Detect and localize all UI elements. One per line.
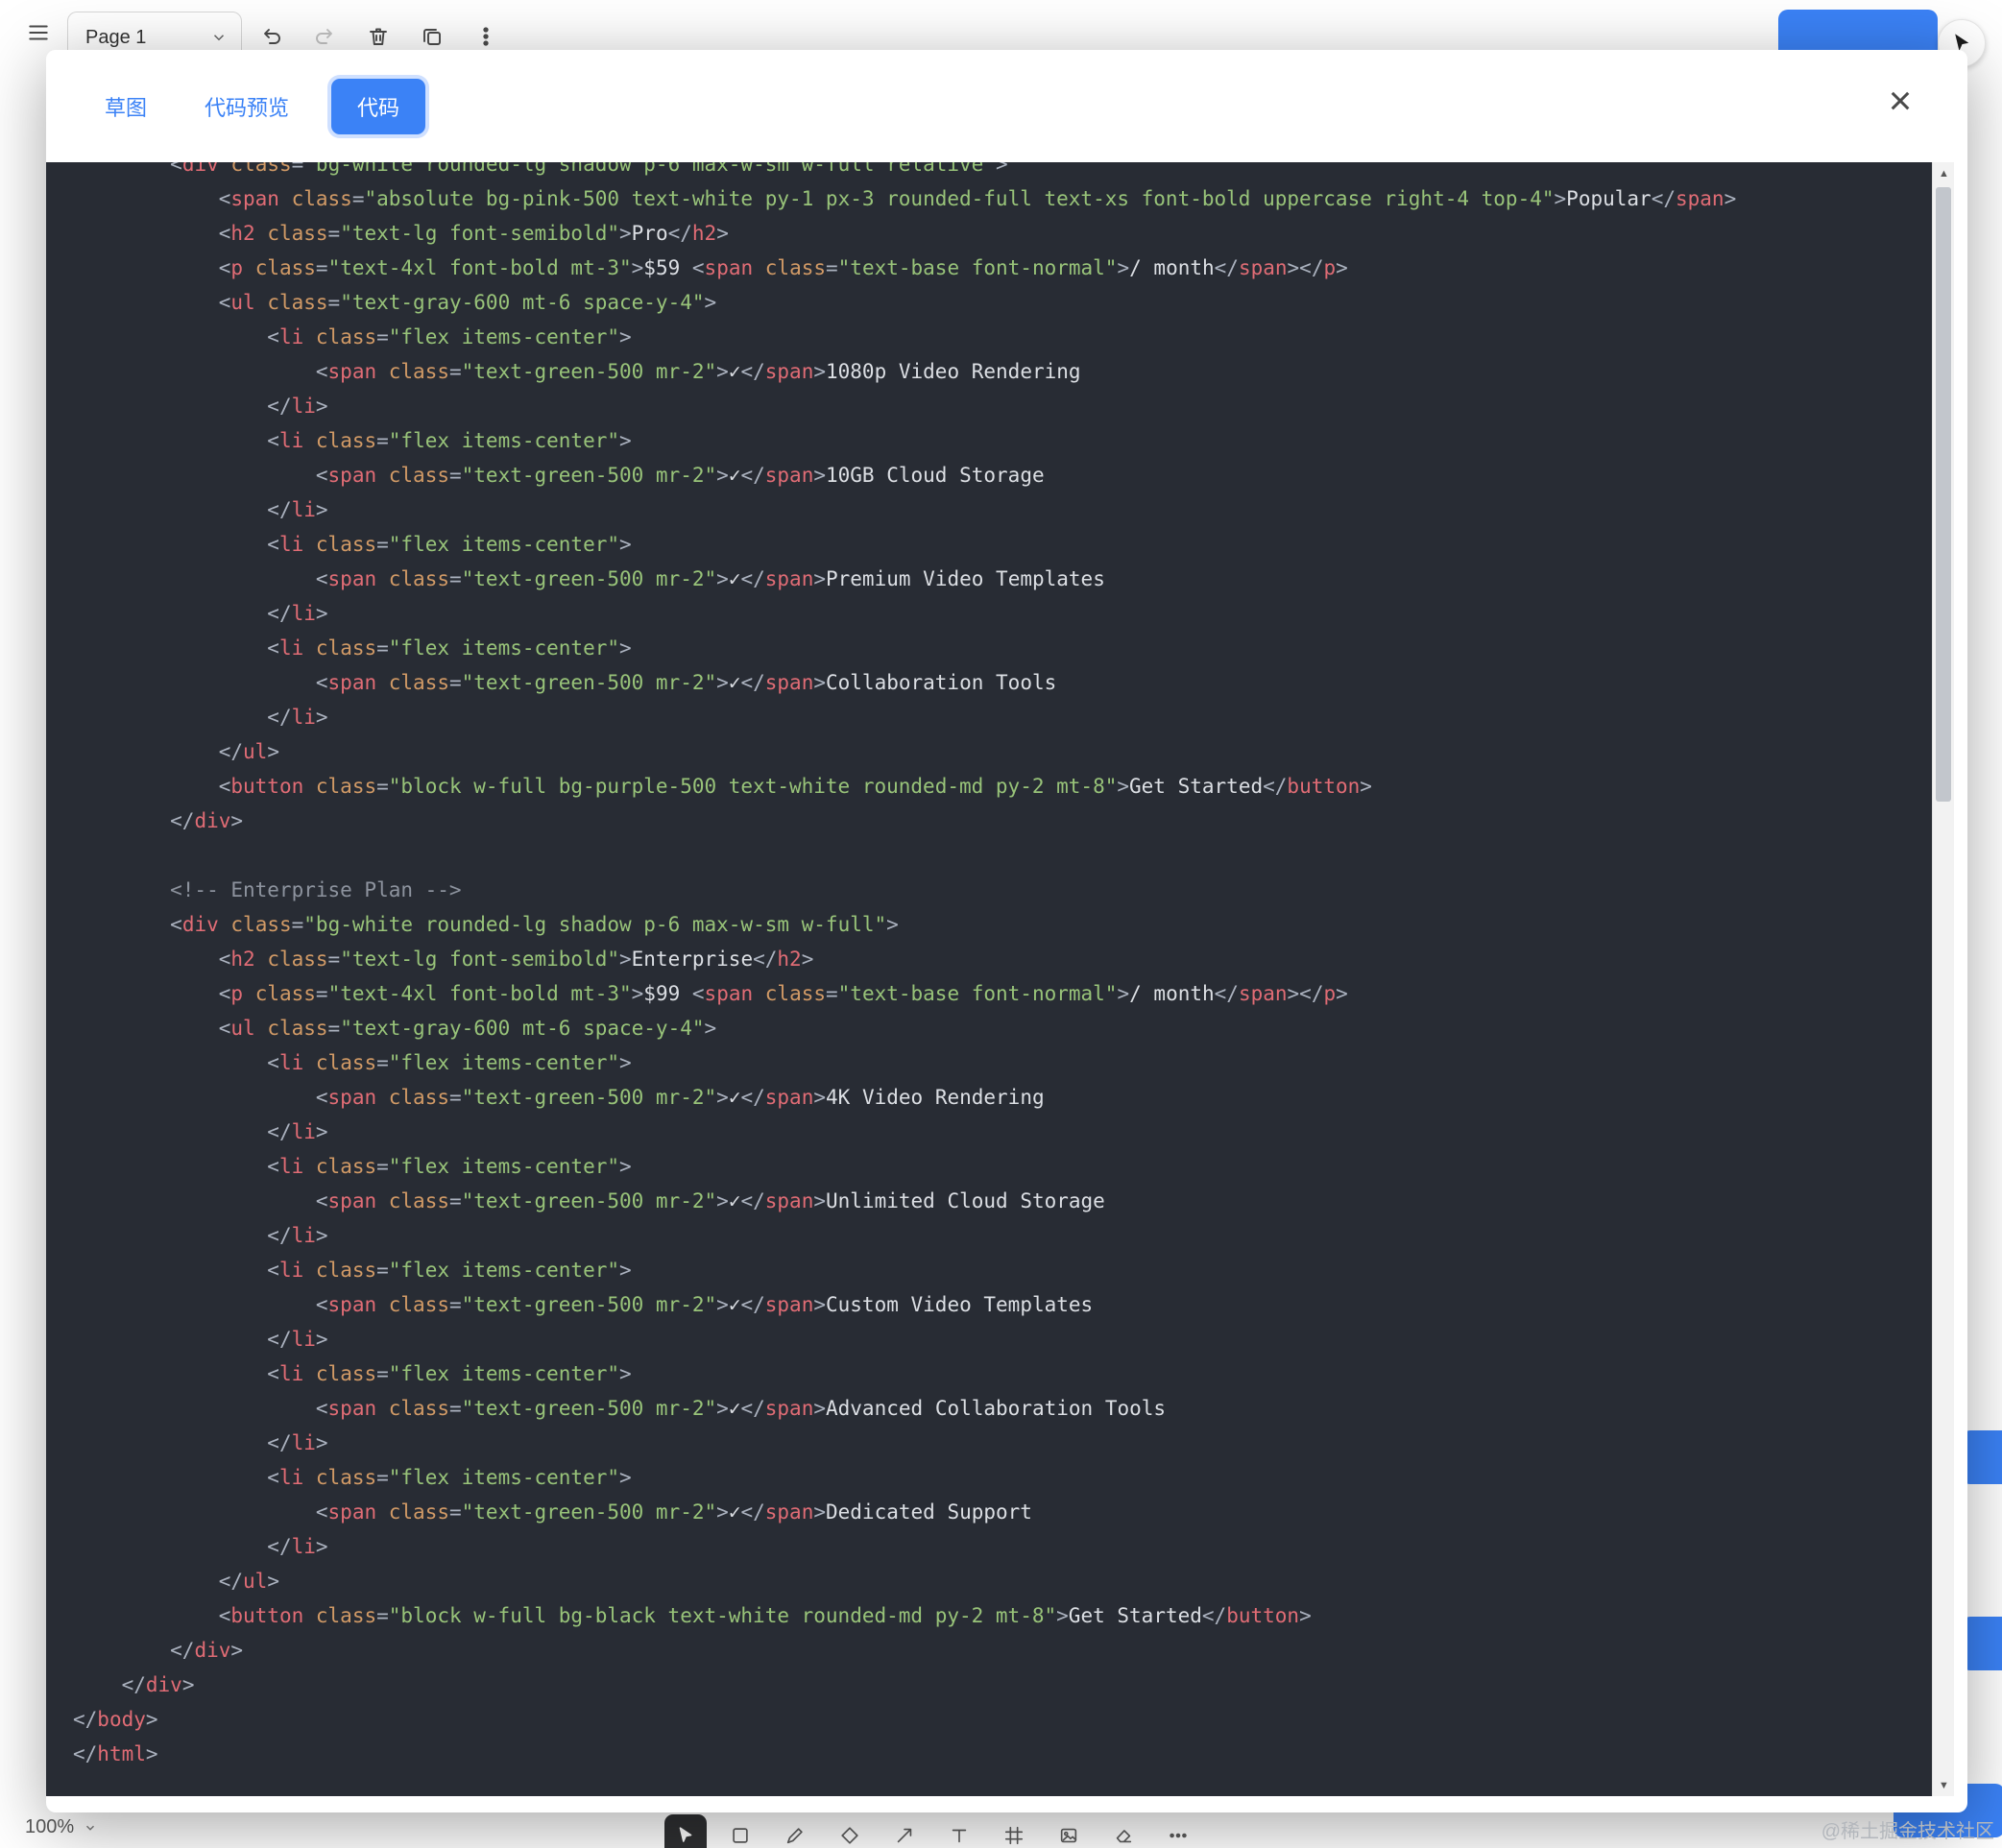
code-line: <span class="text-green-500 mr-2">✓</spa… [315,1189,1105,1212]
code-line: <h2 class="text-lg font-semibold">Pro</h… [218,222,729,245]
text-icon [952,1829,967,1843]
chevron-down-icon [86,1825,95,1831]
code-line: <span class="text-green-500 mr-2">✓</spa… [315,671,1057,694]
code-line: <p class="text-4xl font-bold mt-3">$99 <… [218,982,1348,1005]
diamond-icon [841,1827,858,1844]
page-select-label: Page 1 [85,26,147,48]
eraser-icon [1116,1830,1132,1843]
redo-icon [316,29,332,44]
rectangle-tool-button[interactable] [719,1814,761,1848]
code-line: </li> [267,1535,328,1558]
eraser-tool-button[interactable] [1102,1814,1145,1848]
redo-button[interactable] [310,23,337,50]
more-tools-button[interactable] [1157,1814,1199,1848]
frame-tool-button[interactable] [993,1814,1035,1848]
select-tool-button[interactable] [664,1814,707,1848]
app-stage: Page 1 100% @稀土掘金技术社区 草图 代码预览 代码 × <div … [0,0,2002,1848]
code-line: <span class="text-green-500 mr-2">✓</spa… [315,360,1081,383]
code-line: <h2 class="text-lg font-semibold">Enterp… [218,948,814,971]
code-line: </li> [267,602,328,625]
hamburger-icon [29,25,48,40]
arrow-tool-button[interactable] [883,1814,926,1848]
code-line: </div> [170,809,244,832]
code-line: <li class="flex items-center"> [267,1051,632,1074]
code-line: </li> [267,395,328,418]
code-line: </li> [267,1120,328,1143]
tab-sketch[interactable]: 草图 [89,80,162,133]
code-line: <li class="flex items-center"> [267,325,632,348]
vertical-scrollbar[interactable]: ▲ ▼ [1932,162,1954,1796]
code-line: </li> [267,1328,328,1351]
code-line: <ul class="text-gray-600 mt-6 space-y-4"… [218,1017,717,1040]
code-line: <li class="flex items-center"> [267,636,632,660]
code-line: <li class="flex items-center"> [267,1362,632,1385]
code-line: <div class="bg-white rounded-lg shadow p… [170,913,899,936]
image-tool-button[interactable] [1048,1814,1090,1848]
code-line: <span class="text-green-500 mr-2">✓</spa… [315,464,1045,487]
code-line: <li class="flex items-center"> [267,1466,632,1489]
code-line: <span class="text-green-500 mr-2">✓</spa… [315,1397,1167,1420]
code-line: </li> [267,706,328,729]
copy-icon [423,29,441,45]
code-line: <li class="flex items-center"> [267,533,632,556]
duplicate-button[interactable] [419,23,446,50]
tab-code[interactable]: 代码 [331,78,426,134]
watermark-text: @稀土掘金技术社区 [1821,1821,1994,1842]
code-line: <span class="text-green-500 mr-2">✓</spa… [315,567,1105,590]
code-line: </div> [170,1639,244,1662]
code-line: <span class="text-green-500 mr-2">✓</spa… [315,1293,1094,1316]
code-line: <button class="block w-full bg-purple-50… [218,775,1372,798]
code-line: <ul class="text-gray-600 mt-6 space-y-4"… [218,291,717,314]
tab-code-preview[interactable]: 代码预览 [189,80,304,133]
scroll-up-button[interactable]: ▲ [1933,162,1954,184]
rectangle-icon [733,1828,748,1843]
ellipsis-icon [1170,1833,1187,1838]
code-line: <li class="flex items-center"> [267,1259,632,1282]
kebab-menu-icon [483,27,489,46]
close-icon[interactable]: × [1881,79,1919,123]
more-options-button[interactable] [472,23,499,50]
code-line: </ul> [218,1570,279,1593]
code-line: <!-- Enterprise Plan --> [73,878,462,901]
code-line: <span class="absolute bg-pink-500 text-w… [218,187,1737,210]
scroll-down-button[interactable]: ▼ [1933,1774,1954,1796]
code-line: </ul> [218,740,279,763]
code-line: <button class="block w-full bg-black tex… [218,1604,1312,1627]
code-line: <p class="text-4xl font-bold mt-3">$59 <… [218,256,1348,279]
zoom-control[interactable]: 100% [25,1816,97,1838]
text-tool-button[interactable] [938,1814,980,1848]
code-line: <li class="flex items-center"> [267,429,632,452]
trash-icon [370,28,387,45]
code-line: </li> [267,1431,328,1454]
undo-icon [264,29,280,44]
scrollbar-thumb[interactable] [1936,187,1951,802]
code-content: <div class="bg-white rounded-lg shadow p… [46,162,1736,1771]
image-icon [1060,1828,1077,1843]
code-line: </body> [73,1708,158,1731]
code-editor[interactable]: <div class="bg-white rounded-lg shadow p… [46,162,1954,1796]
diamond-tool-button[interactable] [829,1814,871,1848]
chevron-down-icon [213,35,225,41]
arrow-icon [897,1828,912,1843]
zoom-level-label: 100% [25,1816,75,1837]
code-line: <span class="text-green-500 mr-2">✓</spa… [315,1086,1045,1109]
canvas-toolbar [664,1814,1199,1848]
modal-tab-bar: 草图 代码预览 代码 [46,50,1967,162]
code-line: <span class="text-green-500 mr-2">✓</spa… [315,1500,1032,1524]
code-line: </li> [267,1224,328,1247]
menu-button[interactable] [25,19,52,46]
code-line: </li> [267,498,328,521]
code-line: <li class="flex items-center"> [267,1155,632,1178]
frame-icon [1004,1826,1024,1845]
pencil-tool-button[interactable] [774,1814,816,1848]
code-modal: 草图 代码预览 代码 × <div class="bg-white rounde… [46,50,1967,1812]
code-line: </html> [73,1742,158,1765]
code-line: </div> [121,1673,195,1696]
delete-button[interactable] [365,23,392,50]
code-line: <div class="bg-white rounded-lg shadow p… [170,162,1008,176]
pointer-icon [679,1827,692,1842]
pencil-icon [786,1828,803,1844]
undo-button[interactable] [259,23,286,50]
